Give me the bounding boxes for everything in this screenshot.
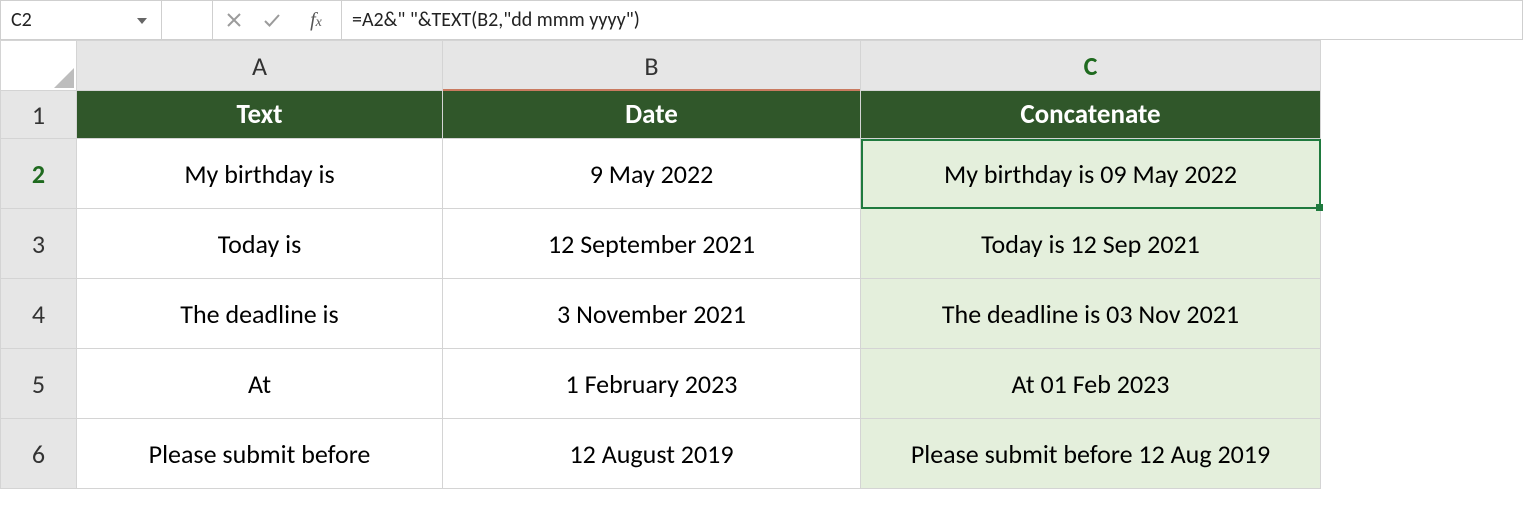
- cell-C3[interactable]: Today is 12 Sep 2021: [861, 209, 1321, 279]
- cell-A6[interactable]: Please submit before: [77, 419, 443, 489]
- row-header-4[interactable]: 4: [1, 279, 77, 349]
- cell-B5[interactable]: 1 February 2023: [443, 349, 861, 419]
- cell-A5[interactable]: At: [77, 349, 443, 419]
- name-box[interactable]: C2: [1, 1, 162, 39]
- select-all-corner[interactable]: [1, 41, 77, 91]
- cell-A4[interactable]: The deadline is: [77, 279, 443, 349]
- column-header-row: A B C: [1, 41, 1321, 91]
- row-header-6[interactable]: 6: [1, 419, 77, 489]
- enter-icon[interactable]: [259, 12, 285, 28]
- column-header-B[interactable]: B: [443, 41, 861, 91]
- cell-B4[interactable]: 3 November 2021: [443, 279, 861, 349]
- row-header-3[interactable]: 3: [1, 209, 77, 279]
- formula-input[interactable]: =A2&" "&TEXT(B2,"dd mmm yyyy"): [342, 1, 1522, 39]
- cell-C5[interactable]: At 01 Feb 2023: [861, 349, 1321, 419]
- table-row: 4 The deadline is 3 November 2021 The de…: [1, 279, 1321, 349]
- formula-bar-separator: [162, 1, 213, 39]
- name-box-value: C2: [11, 8, 133, 32]
- cell-A2[interactable]: My birthday is: [77, 139, 443, 209]
- cell-A3[interactable]: Today is: [77, 209, 443, 279]
- cell-A1[interactable]: Text: [77, 91, 443, 139]
- cell-B3[interactable]: 12 September 2021: [443, 209, 861, 279]
- table-row: 3 Today is 12 September 2021 Today is 12…: [1, 209, 1321, 279]
- cancel-icon[interactable]: [221, 12, 247, 28]
- grid-table: A B C 1 Text Date Concatenate 2 My birth…: [0, 40, 1321, 489]
- row-header-5[interactable]: 5: [1, 349, 77, 419]
- cell-C2[interactable]: My birthday is 09 May 2022: [861, 139, 1321, 209]
- formula-bar-buttons: fx: [213, 1, 342, 39]
- cell-B1[interactable]: Date: [443, 91, 861, 139]
- row-header-2[interactable]: 2: [1, 139, 77, 209]
- row-header-1[interactable]: 1: [1, 91, 77, 139]
- cell-C1[interactable]: Concatenate: [861, 91, 1321, 139]
- table-row: 5 At 1 February 2023 At 01 Feb 2023: [1, 349, 1321, 419]
- formula-text: =A2&" "&TEXT(B2,"dd mmm yyyy"): [352, 8, 640, 32]
- cell-B6[interactable]: 12 August 2019: [443, 419, 861, 489]
- insert-function-icon[interactable]: fx: [297, 9, 333, 32]
- table-header-row: 1 Text Date Concatenate: [1, 91, 1321, 139]
- chevron-down-icon[interactable]: [133, 8, 151, 32]
- table-row: 2 My birthday is 9 May 2022 My birthday …: [1, 139, 1321, 209]
- worksheet: A B C 1 Text Date Concatenate 2 My birth…: [0, 40, 1523, 489]
- cell-C6[interactable]: Please submit before 12 Aug 2019: [861, 419, 1321, 489]
- column-header-C[interactable]: C: [861, 41, 1321, 91]
- cell-B2[interactable]: 9 May 2022: [443, 139, 861, 209]
- formula-bar: C2 fx =A2&" "&TEXT(B2,"dd mmm yyyy"): [0, 0, 1523, 40]
- column-header-A[interactable]: A: [77, 41, 443, 91]
- table-row: 6 Please submit before 12 August 2019 Pl…: [1, 419, 1321, 489]
- cell-C4[interactable]: The deadline is 03 Nov 2021: [861, 279, 1321, 349]
